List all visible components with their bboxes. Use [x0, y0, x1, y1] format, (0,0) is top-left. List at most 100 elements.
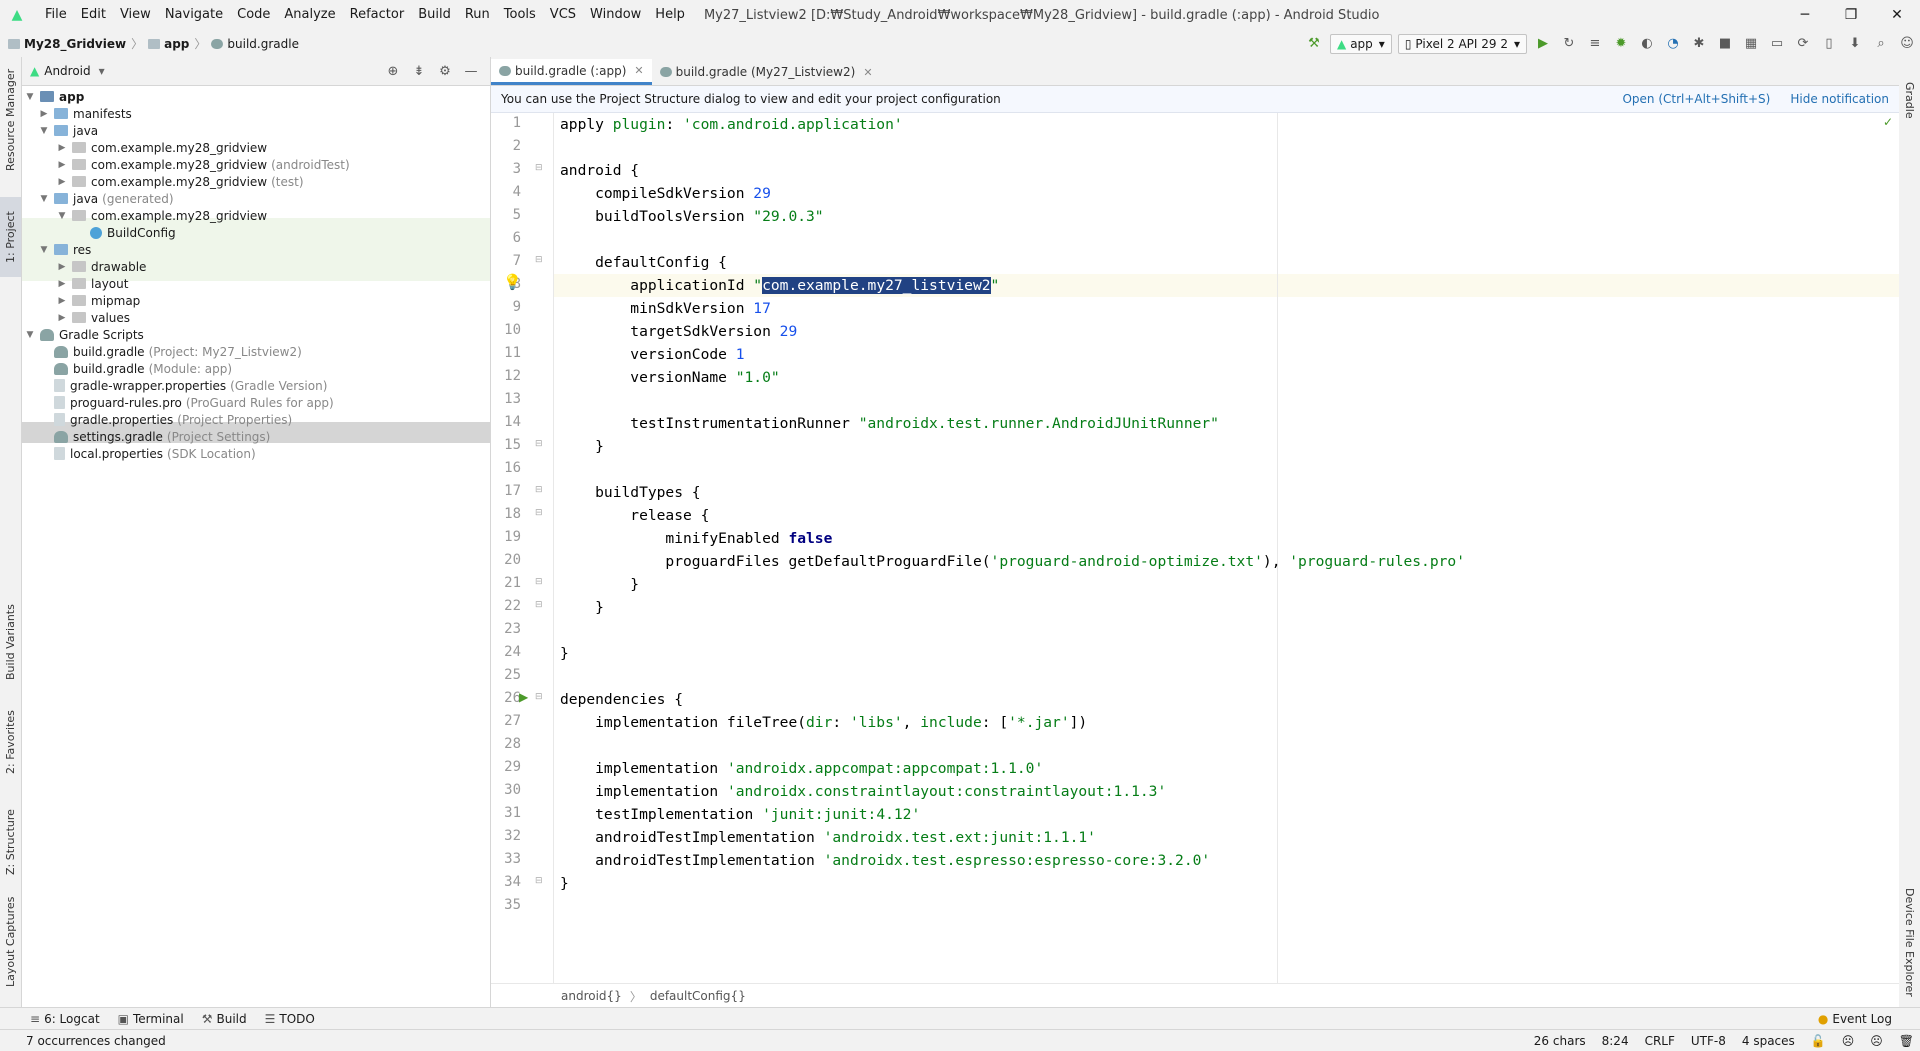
- tool-tab-build-variants[interactable]: Build Variants: [0, 587, 21, 697]
- status-encoding[interactable]: UTF-8: [1691, 1034, 1726, 1048]
- close-icon[interactable]: ✕: [1874, 0, 1920, 30]
- menu-help[interactable]: Help: [648, 0, 692, 30]
- menu-window[interactable]: Window: [583, 0, 648, 30]
- tool-tab-layout-captures[interactable]: Layout Captures: [0, 887, 21, 997]
- code-line: testInstrumentationRunner "androidx.test…: [560, 415, 1219, 432]
- tool-tab-project[interactable]: 1: Project: [0, 197, 21, 277]
- menu-run[interactable]: Run: [458, 0, 497, 30]
- fold-icon[interactable]: ⊟: [535, 508, 543, 518]
- project-view-select[interactable]: ▲ Android ▾: [30, 64, 105, 78]
- hide-notification-link[interactable]: Hide notification: [1790, 92, 1889, 106]
- tool-tab-structure[interactable]: Z: Structure: [0, 797, 21, 887]
- code-crumb[interactable]: android{}: [561, 989, 622, 1003]
- tool-tab-build[interactable]: ⚒ Build: [202, 1012, 247, 1026]
- chevron-right-icon: 〉: [131, 37, 144, 51]
- sad-face-icon[interactable]: ☹: [1870, 1034, 1883, 1048]
- line-number: 6: [512, 230, 521, 246]
- menu-vcs[interactable]: VCS: [543, 0, 583, 30]
- notification-banner: You can use the Project Structure dialog…: [491, 86, 1899, 113]
- fold-icon[interactable]: ⊟: [535, 439, 543, 449]
- fold-icon[interactable]: ⊟: [535, 255, 543, 265]
- locate-icon[interactable]: ⊕: [382, 60, 404, 82]
- run-config-select[interactable]: ▲ app ▾: [1329, 33, 1392, 54]
- sad-face-icon[interactable]: ☹: [1842, 1034, 1855, 1048]
- user-icon[interactable]: ☺: [1896, 33, 1918, 55]
- code-editor[interactable]: apply plugin: 'com.android.application' …: [554, 113, 1899, 983]
- stop-icon[interactable]: ■: [1714, 33, 1736, 55]
- menu-view[interactable]: View: [113, 0, 158, 30]
- fold-icon[interactable]: ⊟: [535, 577, 543, 587]
- gradle-icon: [211, 38, 224, 49]
- tab-build-gradle-project[interactable]: build.gradle (My27_Listview2) ✕: [652, 59, 881, 85]
- apply-code-changes-icon[interactable]: ≡: [1584, 33, 1606, 55]
- tab-build-gradle-app[interactable]: build.gradle (:app) ✕: [491, 59, 652, 85]
- attach-debugger-icon[interactable]: ✱: [1688, 33, 1710, 55]
- fold-icon[interactable]: ⊟: [535, 600, 543, 610]
- fold-icon[interactable]: ⊟: [535, 876, 543, 886]
- line-number: 14: [504, 414, 521, 430]
- lightbulb-icon[interactable]: 💡: [503, 273, 522, 291]
- code-line: versionCode 1: [560, 346, 745, 363]
- run-icon[interactable]: ▶: [1532, 33, 1554, 55]
- collapse-all-icon[interactable]: ⇟: [408, 60, 430, 82]
- code-crumb[interactable]: defaultConfig{}: [650, 989, 746, 1003]
- menu-analyze[interactable]: Analyze: [277, 0, 342, 30]
- phone-icon: ▯: [1404, 36, 1412, 51]
- trash-icon[interactable]: 🗑: [1899, 1034, 1914, 1048]
- tool-tab-gradle[interactable]: Gradle: [1899, 65, 1920, 135]
- tool-tab-logcat[interactable]: ≡ 6: Logcat: [30, 1012, 100, 1026]
- menu-navigate[interactable]: Navigate: [158, 0, 230, 30]
- tool-tab-resource-manager[interactable]: Resource Manager: [0, 65, 21, 175]
- project-structure-icon[interactable]: ▦: [1740, 33, 1762, 55]
- profile-icon[interactable]: ◔: [1662, 33, 1684, 55]
- close-tab-icon[interactable]: ✕: [863, 66, 872, 79]
- tree-node[interactable]: local.properties (SDK Location): [38, 443, 256, 464]
- fold-icon[interactable]: ⊟: [535, 163, 543, 173]
- sdk-manager-icon[interactable]: ⬇: [1844, 33, 1866, 55]
- crumb-module[interactable]: app: [164, 37, 189, 51]
- apply-changes-icon[interactable]: ↻: [1558, 33, 1580, 55]
- status-indent[interactable]: 4 spaces: [1742, 1034, 1795, 1048]
- status-position[interactable]: 8:24: [1602, 1034, 1629, 1048]
- tool-tab-todo[interactable]: ☰ TODO: [265, 1012, 315, 1026]
- avd-manager-icon[interactable]: ▯: [1818, 33, 1840, 55]
- crumb-file[interactable]: build.gradle: [227, 37, 299, 51]
- status-line-separator[interactable]: CRLF: [1645, 1034, 1675, 1048]
- menu-code[interactable]: Code: [230, 0, 277, 30]
- toolbar: ⚒ ▲ app ▾ ▯ Pixel 2 API 29 2 ▾ ▶ ↻ ≡ ✹ ◐…: [1301, 30, 1920, 57]
- tool-tab-favorites[interactable]: 2: Favorites: [0, 697, 21, 787]
- tool-tab-terminal[interactable]: ▣ Terminal: [118, 1012, 184, 1026]
- fold-icon[interactable]: ⊟: [535, 485, 543, 495]
- line-number: 30: [504, 782, 521, 798]
- tool-tab-device-file-explorer[interactable]: Device File Explorer: [1899, 877, 1920, 1007]
- minimize-icon[interactable]: ─: [1782, 0, 1828, 30]
- line-number: 22: [504, 598, 521, 614]
- debug-icon[interactable]: ✹: [1610, 33, 1632, 55]
- device-select[interactable]: ▯ Pixel 2 API 29 2 ▾: [1397, 33, 1527, 54]
- menu-refactor[interactable]: Refactor: [343, 0, 412, 30]
- restore-icon[interactable]: ❐: [1828, 0, 1874, 30]
- menu-build[interactable]: Build: [411, 0, 458, 30]
- line-number: 33: [504, 851, 521, 867]
- code-line: compileSdkVersion 29: [560, 185, 771, 202]
- open-project-structure-link[interactable]: Open (Ctrl+Alt+Shift+S): [1622, 92, 1770, 106]
- run-gutter-icon[interactable]: ▶: [519, 690, 528, 704]
- crumb-project[interactable]: My28_Gridview: [24, 37, 126, 51]
- hide-icon[interactable]: —: [460, 60, 482, 82]
- close-tab-icon[interactable]: ✕: [634, 64, 643, 77]
- line-number: 21: [504, 575, 521, 591]
- fold-icon[interactable]: ⊟: [535, 692, 543, 702]
- menu-tools[interactable]: Tools: [497, 0, 543, 30]
- layout-inspector-icon[interactable]: ▭: [1766, 33, 1788, 55]
- run-coverage-icon[interactable]: ◐: [1636, 33, 1658, 55]
- menu-edit[interactable]: Edit: [74, 0, 113, 30]
- hammer-icon[interactable]: ⚒: [1303, 33, 1325, 55]
- tool-tab-event-log[interactable]: ● Event Log: [1818, 1012, 1892, 1026]
- code-line: minSdkVersion 17: [560, 300, 771, 317]
- lock-icon[interactable]: 🔓: [1811, 1034, 1826, 1048]
- menu-file[interactable]: File: [38, 0, 74, 30]
- gear-icon[interactable]: ⚙: [434, 60, 456, 82]
- search-icon[interactable]: ⌕: [1870, 33, 1892, 55]
- sync-gradle-icon[interactable]: ⟳: [1792, 33, 1814, 55]
- chevron-down-icon: ▾: [1513, 36, 1520, 51]
